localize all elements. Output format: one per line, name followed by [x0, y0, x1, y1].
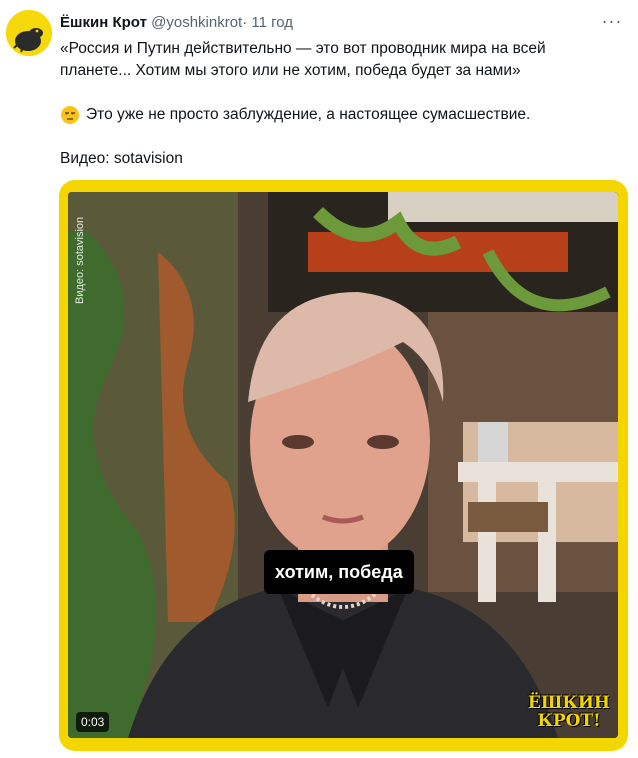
header-separator: · [242, 14, 248, 31]
side-credit: Видео: sotavision [74, 216, 86, 304]
more-options-button[interactable]: ··· [600, 12, 624, 34]
tweet-time[interactable]: 11 год [251, 14, 293, 31]
tweet-text: «Россия и Путин действительно — это вот … [60, 38, 620, 170]
video-player[interactable]: Видео: sotavision хотим, победа 0:03 ЁШК… [68, 192, 618, 738]
video-caption: хотим, победа [264, 550, 414, 594]
media-frame[interactable]: Видео: sotavision хотим, победа 0:03 ЁШК… [59, 180, 628, 751]
tweet-comment: Это уже не просто заблуждение, а настоящ… [60, 104, 620, 126]
tweet-header: Ёшкин Крот @yoshkinkrot· 11 год [60, 12, 626, 34]
video-frame-image [68, 192, 618, 738]
author-avatar[interactable] [6, 10, 52, 56]
video-duration-badge: 0:03 [76, 712, 110, 732]
channel-watermark: ЁШКИН КРОТ! [528, 694, 610, 730]
tweet-credit: Видео: sotavision [60, 150, 183, 167]
tweet-quote: «Россия и Путин действительно — это вот … [60, 40, 546, 79]
watermark-line-2: КРОТ! [537, 711, 601, 731]
watermark-line-1: ЁШКИН [527, 693, 610, 713]
tweet-comment-text: Это уже не просто заблуждение, а настоящ… [86, 106, 531, 123]
author-name[interactable]: Ёшкин Крот [60, 14, 147, 31]
mole-avatar-icon [6, 10, 52, 56]
author-handle[interactable]: @yoshkinkrot [151, 14, 242, 31]
unamused-face-icon [61, 106, 79, 124]
more-horizontal-icon: ··· [601, 11, 623, 31]
